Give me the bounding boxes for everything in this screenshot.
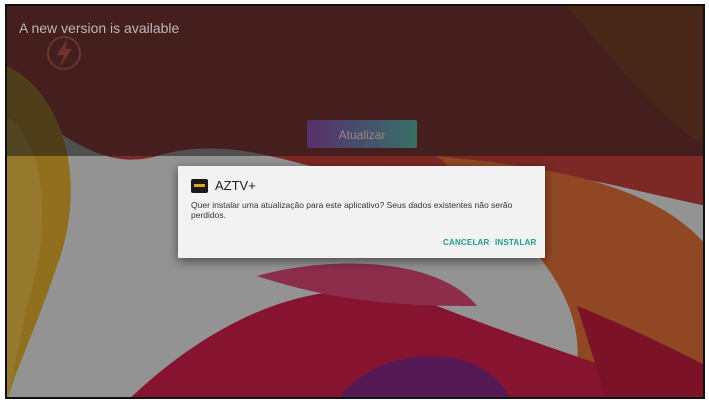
install-button[interactable]: INSTALAR [495, 238, 536, 247]
update-available-title: A new version is available [19, 20, 180, 36]
install-dialog: AZTV+ Quer instalar uma atualização para… [178, 166, 545, 258]
app-logo-icon [47, 36, 81, 70]
dialog-title: AZTV+ [215, 178, 256, 193]
dialog-message: Quer instalar uma atualização para este … [191, 200, 513, 220]
update-button[interactable]: Atualizar [307, 120, 417, 148]
cancel-button[interactable]: CANCELAR [443, 238, 490, 247]
aztv-app-icon [191, 179, 208, 193]
device-screen: A new version is available Atualizar AZT… [5, 4, 705, 399]
